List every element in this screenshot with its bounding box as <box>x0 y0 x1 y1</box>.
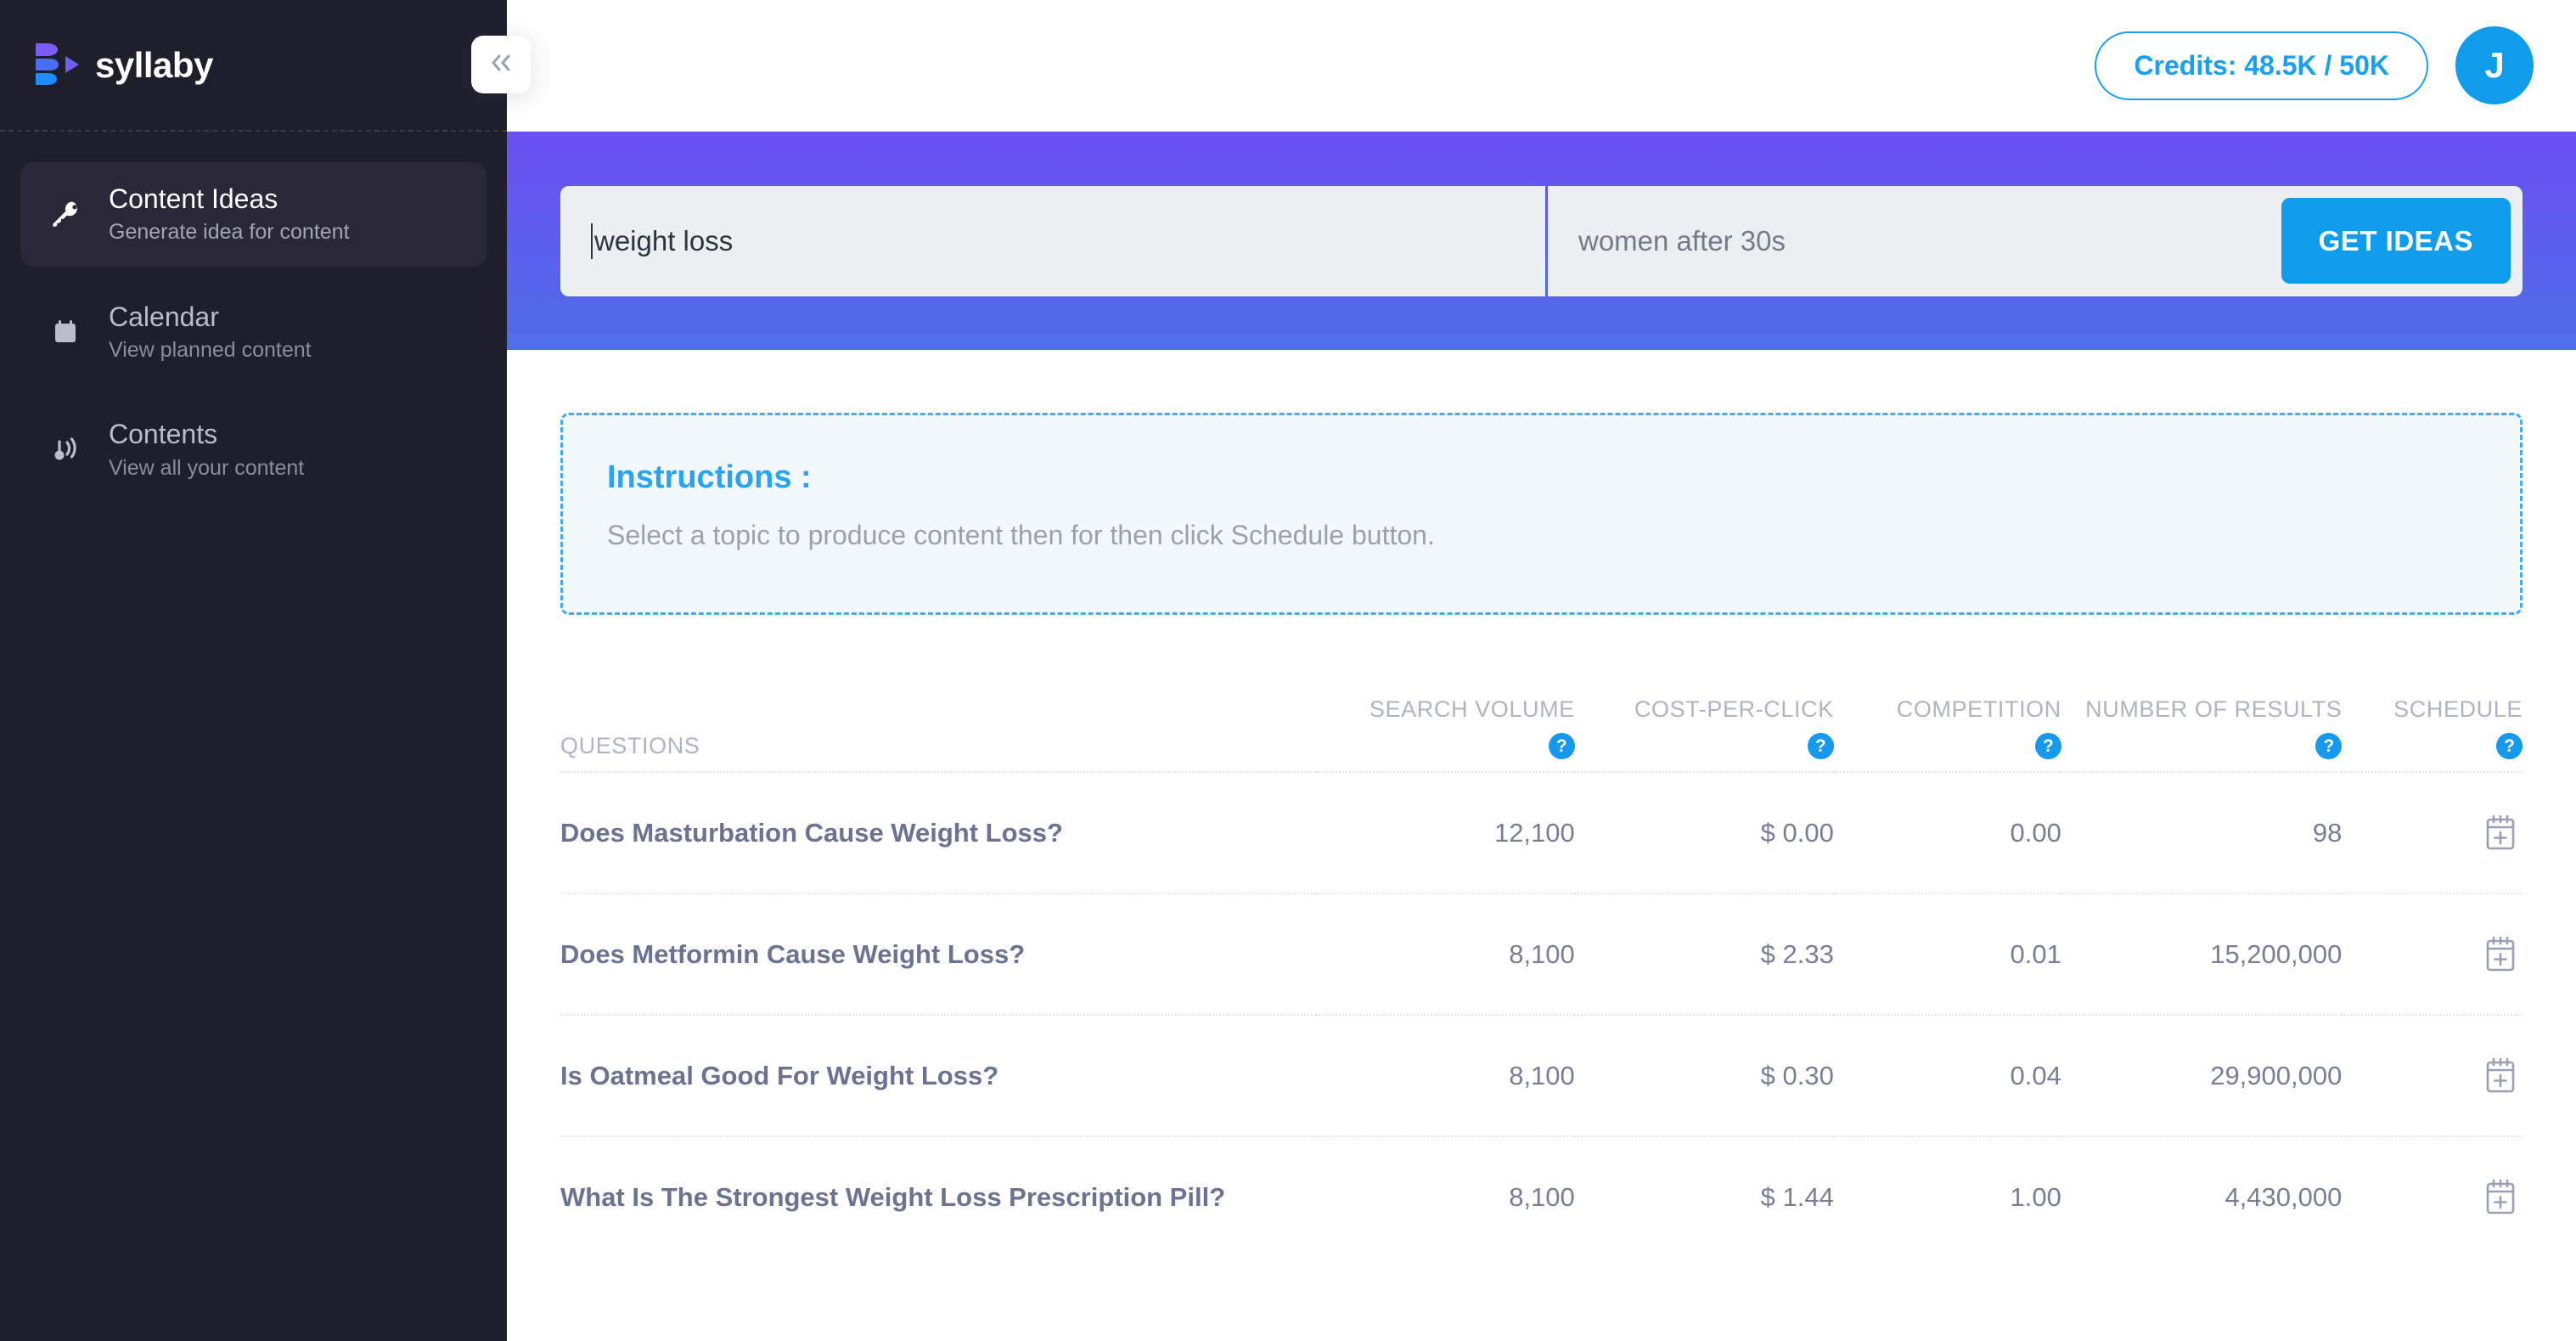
column-header-label: COMPETITION <box>1896 696 2061 722</box>
sidebar-item-subtitle: View all your content <box>109 455 305 480</box>
help-icon[interactable]: ? <box>2034 733 2061 759</box>
sidebar-header: syllaby <box>0 0 507 132</box>
column-header-label: SCHEDULE <box>2393 696 2523 722</box>
row-number-of-results: 4,430,000 <box>2224 1182 2343 1212</box>
row-search-volume: 8,100 <box>1509 1060 1575 1090</box>
keyword-input-value: weight loss <box>594 224 734 256</box>
row-number-of-results: 29,900,000 <box>2210 1060 2343 1090</box>
sidebar-item-contents[interactable]: Contents View all your content <box>20 397 487 502</box>
row-number-of-results: 15,200,000 <box>2210 938 2343 969</box>
row-cost-per-click: $ 2.33 <box>1760 938 1834 969</box>
table-row[interactable]: Does Masturbation Cause Weight Loss? 12,… <box>560 772 2523 893</box>
column-header-search-volume[interactable]: SEARCH VOLUME ? <box>1316 696 1575 772</box>
main-content: Credits: 48.5K / 50K J weight loss women… <box>507 0 2576 1341</box>
column-header-number-of-results[interactable]: NUMBER OF RESULTS ? <box>2061 696 2343 772</box>
column-header-label: QUESTIONS <box>560 733 700 758</box>
sidebar-item-text: Contents View all your content <box>109 420 304 480</box>
text-caret <box>591 223 593 259</box>
help-icon[interactable]: ? <box>2496 733 2523 759</box>
sidebar-nav: Content Ideas Generate idea for content … <box>0 132 507 502</box>
top-bar: Credits: 48.5K / 50K J <box>507 0 2576 132</box>
row-competition: 0.01 <box>2010 938 2061 969</box>
row-schedule-cell <box>2342 893 2523 1015</box>
column-header-questions[interactable]: QUESTIONS <box>560 696 1316 772</box>
help-icon[interactable]: ? <box>1548 733 1575 759</box>
calendar-plus-icon[interactable] <box>2478 1054 2523 1098</box>
keyword-input[interactable]: weight loss <box>560 185 1545 296</box>
sidebar-collapse-button[interactable] <box>471 36 531 93</box>
table-row[interactable]: Is Oatmeal Good For Weight Loss? 8,100 $… <box>560 1015 2523 1136</box>
sidebar-item-calendar[interactable]: Calendar View planned content <box>20 280 487 385</box>
row-competition: 0.00 <box>2010 817 2061 848</box>
column-header-label: SEARCH VOLUME <box>1369 696 1575 722</box>
calendar-plus-icon[interactable] <box>2478 1175 2523 1220</box>
sidebar-item-text: Content Ideas Generate idea for content <box>109 183 350 245</box>
row-cost-per-click: $ 1.44 <box>1760 1182 1834 1212</box>
calendar-plus-icon[interactable] <box>2478 811 2523 855</box>
help-icon[interactable]: ? <box>2315 733 2343 759</box>
table-header-row: QUESTIONS SEARCH VOLUME ? COST-PER-CLICK <box>560 696 2523 772</box>
row-search-volume: 12,100 <box>1493 817 1575 848</box>
sidebar-item-title: Calendar <box>109 301 219 332</box>
instructions-body: Select a topic to produce content then f… <box>607 520 1435 550</box>
row-search-volume: 8,100 <box>1509 938 1575 969</box>
audience-input[interactable]: women after 30s GET IDEAS <box>1548 185 2523 296</box>
calendar-plus-icon[interactable] <box>2478 933 2523 977</box>
chevron-double-left-icon <box>487 50 515 80</box>
credits-badge[interactable]: Credits: 48.5K / 50K <box>2095 31 2428 100</box>
table-body: Does Masturbation Cause Weight Loss? 12,… <box>560 772 2523 1258</box>
sidebar-item-text: Calendar View planned content <box>109 301 312 363</box>
search-band: weight loss women after 30s GET IDEAS <box>507 132 2576 350</box>
sidebar-item-title: Content Ideas <box>109 183 278 214</box>
ideas-table: QUESTIONS SEARCH VOLUME ? COST-PER-CLICK <box>560 696 2523 1258</box>
sidebar-item-title: Contents <box>109 419 218 450</box>
calendar-icon <box>46 315 85 349</box>
broadcast-icon <box>46 433 85 467</box>
avatar[interactable]: J <box>2455 26 2534 104</box>
help-icon[interactable]: ? <box>1807 733 1834 759</box>
row-question[interactable]: Does Masturbation Cause Weight Loss? <box>560 772 1316 893</box>
instructions-panel: Instructions : Select a topic to produce… <box>560 413 2523 615</box>
table-row[interactable]: What Is The Strongest Weight Loss Prescr… <box>560 1136 2523 1258</box>
content-area: Instructions : Select a topic to produce… <box>507 413 2576 1258</box>
column-header-label: NUMBER OF RESULTS <box>2085 696 2343 722</box>
column-header-competition[interactable]: COMPETITION ? <box>1834 696 2061 772</box>
table-head: QUESTIONS SEARCH VOLUME ? COST-PER-CLICK <box>560 696 2523 772</box>
column-header-cost-per-click[interactable]: COST-PER-CLICK ? <box>1575 696 1834 772</box>
row-schedule-cell <box>2342 1136 2523 1258</box>
app-logo[interactable]: syllaby <box>34 41 213 90</box>
row-cost-per-click: $ 0.30 <box>1760 1060 1834 1090</box>
logo-text: syllaby <box>95 44 213 85</box>
row-question[interactable]: Is Oatmeal Good For Weight Loss? <box>560 1015 1316 1136</box>
instructions-title: Instructions : <box>607 459 812 495</box>
search-shell: weight loss women after 30s GET IDEAS <box>560 185 2523 296</box>
sidebar: syllaby Content Ideas Generate idea for … <box>0 0 531 1341</box>
row-search-volume: 8,100 <box>1509 1182 1575 1212</box>
row-question[interactable]: Does Metformin Cause Weight Loss? <box>560 893 1316 1015</box>
row-question[interactable]: What Is The Strongest Weight Loss Prescr… <box>560 1136 1316 1258</box>
audience-input-value: women after 30s <box>1578 224 1786 256</box>
row-competition: 1.00 <box>2010 1182 2061 1212</box>
app-root: syllaby Content Ideas Generate idea for … <box>0 0 2576 1341</box>
row-competition: 0.04 <box>2010 1060 2061 1090</box>
syllaby-logo-icon <box>34 41 82 90</box>
row-schedule-cell <box>2342 772 2523 893</box>
row-schedule-cell <box>2342 1015 2523 1136</box>
table-row[interactable]: Does Metformin Cause Weight Loss? 8,100 … <box>560 893 2523 1015</box>
row-number-of-results: 98 <box>2312 817 2343 848</box>
column-header-schedule[interactable]: SCHEDULE ? <box>2342 696 2523 772</box>
row-cost-per-click: $ 0.00 <box>1760 817 1834 848</box>
column-header-label: COST-PER-CLICK <box>1634 696 1834 722</box>
key-icon <box>46 197 85 231</box>
sidebar-item-subtitle: View planned content <box>109 337 312 362</box>
get-ideas-button[interactable]: GET IDEAS <box>2281 198 2511 284</box>
sidebar-item-content-ideas[interactable]: Content Ideas Generate idea for content <box>20 162 487 267</box>
sidebar-item-subtitle: Generate idea for content <box>109 220 350 245</box>
